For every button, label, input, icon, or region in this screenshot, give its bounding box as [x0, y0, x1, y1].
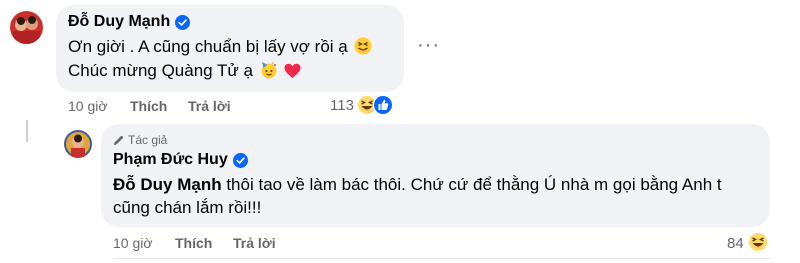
comment-text-line: Ơn giời . A cũng chuẩn bị lấy vợ rồi ạ — [68, 36, 372, 58]
reaction-icons[interactable] — [748, 232, 768, 252]
red-heart-icon — [284, 63, 301, 79]
reaction-count[interactable]: 113 — [330, 97, 354, 114]
divider — [113, 258, 770, 259]
comment-time[interactable]: 10 giờ — [68, 98, 108, 114]
squinting-tongue-emoji-icon — [354, 37, 372, 55]
thread-connector — [26, 120, 28, 142]
like-icon — [373, 95, 393, 115]
comment-text-line: Đỗ Duy Mạnh thôi tao về làm bác thôi. Ch… — [113, 175, 722, 194]
like-button[interactable]: Thích — [175, 235, 212, 251]
pencil-icon — [113, 135, 124, 145]
comment-text-line: cũng chán lắm rồi!!! — [113, 198, 262, 217]
comment-text-line: Chúc mừng Quàng Tử ạ — [68, 60, 301, 82]
author-badge-label: Tác giả — [128, 133, 168, 147]
reaction-icons[interactable] — [357, 95, 393, 115]
more-options-icon[interactable]: ··· — [417, 35, 440, 55]
author-name[interactable]: Phạm Đức Huy — [113, 151, 228, 169]
author-name[interactable]: Đỗ Duy Mạnh — [68, 13, 170, 31]
party-face-emoji-icon — [260, 61, 278, 79]
comment-author[interactable]: Phạm Đức Huy — [113, 151, 248, 169]
reaction-count[interactable]: 84 — [727, 235, 744, 252]
mention-link[interactable]: Đỗ Duy Mạnh — [113, 175, 222, 194]
verified-badge-icon — [175, 14, 191, 30]
avatar[interactable] — [10, 11, 43, 44]
haha-icon — [748, 232, 768, 252]
like-button[interactable]: Thích — [130, 98, 167, 114]
comment-time[interactable]: 10 giờ — [113, 235, 153, 251]
author-badge: Tác giả — [113, 133, 167, 147]
reply-button[interactable]: Trả lời — [233, 235, 276, 251]
verified-badge-icon — [232, 152, 248, 168]
comment-author[interactable]: Đỗ Duy Mạnh — [68, 13, 191, 31]
reply-button[interactable]: Trả lời — [188, 98, 231, 114]
avatar[interactable] — [64, 130, 92, 158]
